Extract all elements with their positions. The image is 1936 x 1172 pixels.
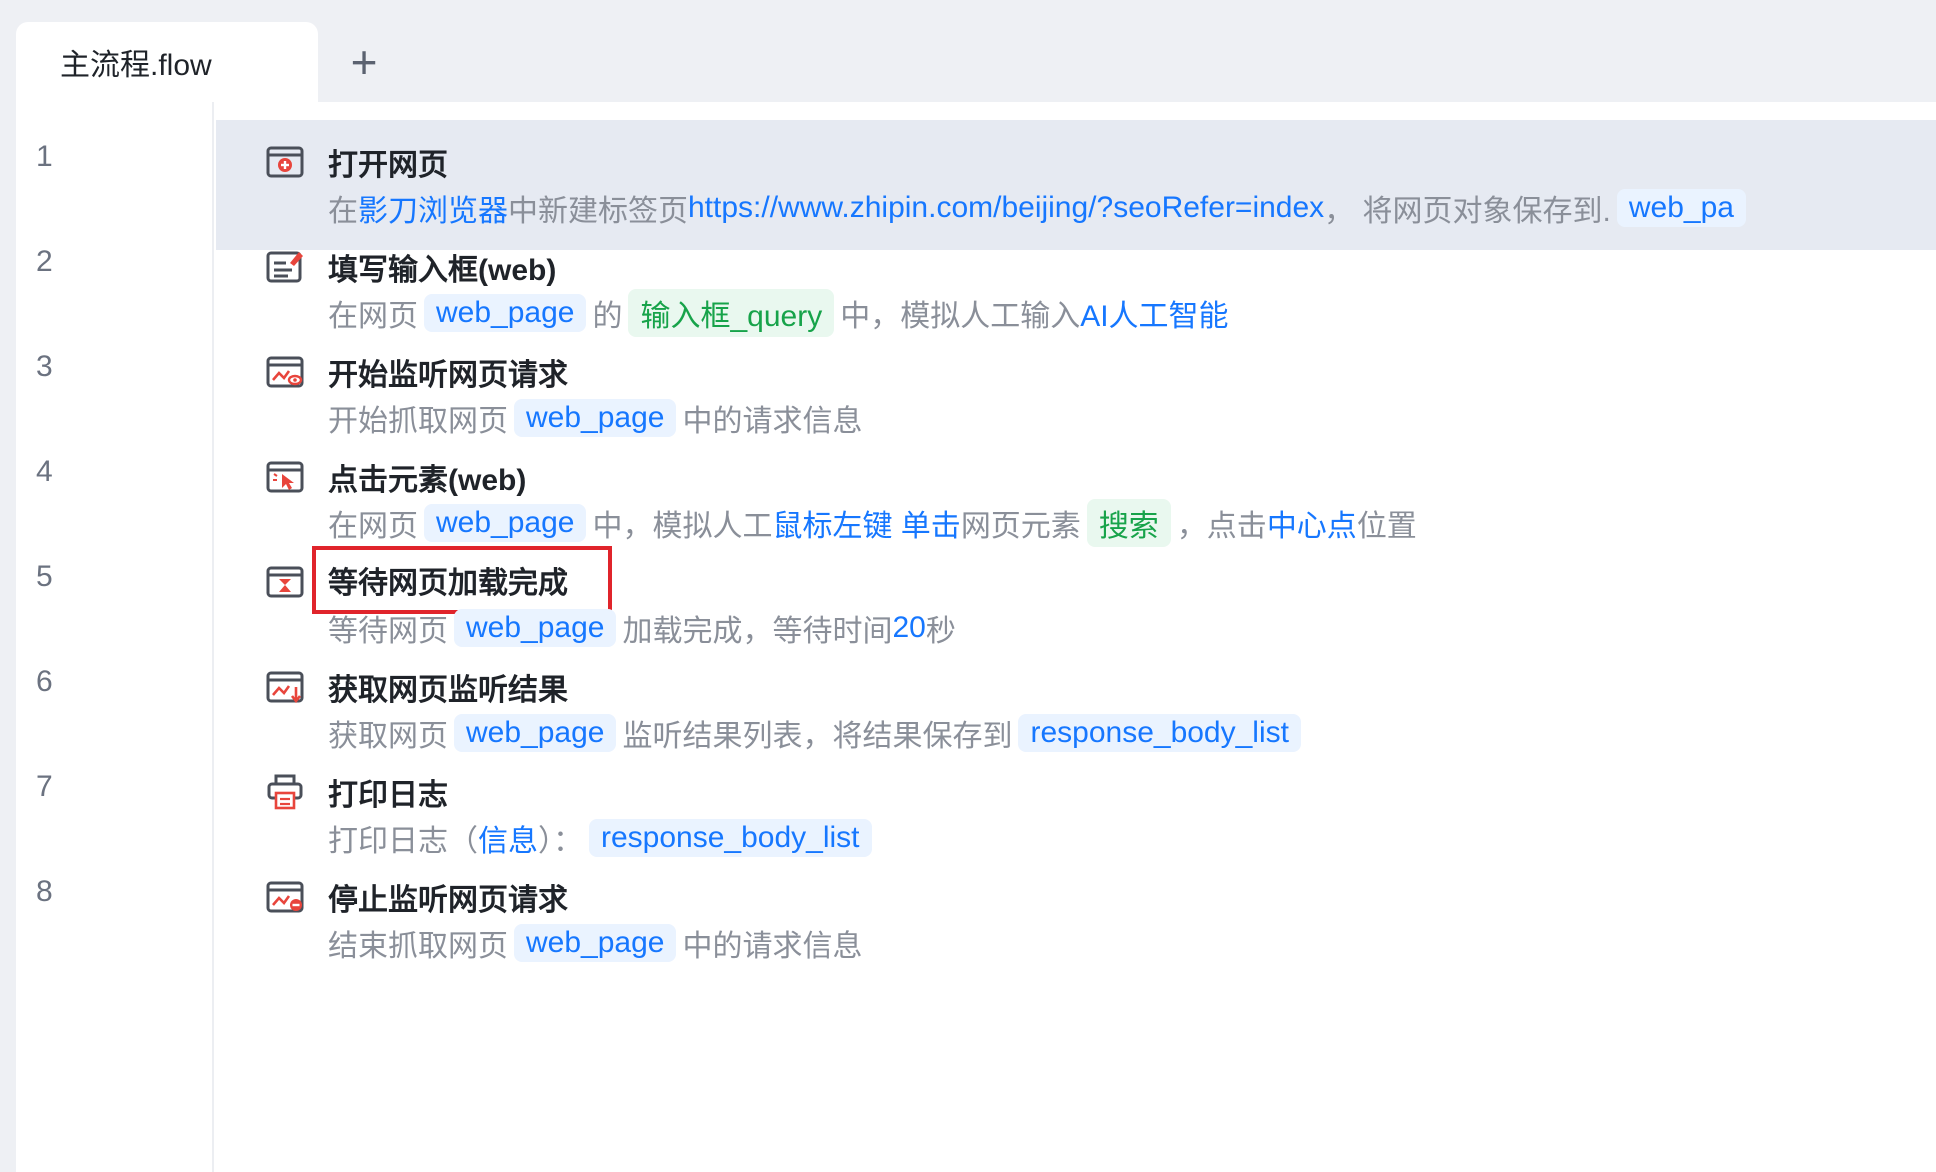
description-text: 中新建标签页 xyxy=(508,195,688,228)
line-number: 8 xyxy=(36,875,53,908)
description-text: 秒 xyxy=(925,615,956,648)
line-number: 1 xyxy=(36,140,53,173)
open-webpage-icon xyxy=(266,144,304,180)
tab-label: 主流程.flow xyxy=(60,49,212,82)
click-element-icon xyxy=(266,459,304,495)
step-stop-listen[interactable]: 停止监听网页请求 结束抓取网页 web_page 中的请求信息 xyxy=(216,855,1936,985)
variable-chip[interactable]: web_page xyxy=(514,924,677,962)
parameter-link[interactable]: 中心点 xyxy=(1267,501,1357,545)
variable-chip[interactable]: web_page xyxy=(454,609,617,647)
line-number: 4 xyxy=(36,455,53,488)
wait-load-icon xyxy=(266,564,304,600)
tab-bar: 主流程.flow + xyxy=(16,0,1936,102)
line-number: 3 xyxy=(36,350,53,383)
description-text: 中，模拟人工输入 xyxy=(840,300,1081,333)
variable-chip[interactable]: web_page xyxy=(514,399,677,437)
variable-chip[interactable]: response_body_list xyxy=(589,819,872,857)
parameter-link[interactable]: 信息 xyxy=(478,816,538,860)
step-title: 停止监听网页请求 xyxy=(328,884,568,917)
plus-icon: + xyxy=(350,36,378,88)
description-text: 打印日志（ xyxy=(328,825,478,858)
description-text: 在网页 xyxy=(328,300,418,333)
step-title: 获取网页监听结果 xyxy=(328,674,568,707)
description-text: 获取网页 xyxy=(328,720,448,753)
stop-listen-icon xyxy=(266,879,304,915)
description-text: 加载完成，等待时间 xyxy=(622,615,893,648)
start-listen-icon xyxy=(266,354,304,390)
parameter-link[interactable]: 影刀浏览器 xyxy=(358,186,508,230)
parameter-link[interactable]: https://www.zhipin.com/beijing/?seoRefer… xyxy=(688,191,1324,225)
description-text: 网页元素 xyxy=(960,510,1081,543)
variable-chip[interactable]: web_pa xyxy=(1616,189,1746,227)
parameter-link[interactable]: 20 xyxy=(892,611,925,645)
description-text: 监听结果列表，将结果保存到 xyxy=(622,720,1013,753)
line-number: 7 xyxy=(36,770,53,803)
description-text: ）： xyxy=(538,825,583,858)
description-text: 位置 xyxy=(1356,510,1417,543)
parameter-link[interactable]: 鼠标左键 单击 xyxy=(772,501,960,545)
step-title: 点击元素(web) xyxy=(328,464,527,497)
step-title: 填写输入框(web) xyxy=(328,254,557,287)
description-text: 的 xyxy=(592,300,623,333)
add-tab-button[interactable]: + xyxy=(334,36,394,88)
description-text: 结束抓取网页 xyxy=(328,930,508,963)
step-title: 打印日志 xyxy=(328,779,448,812)
variable-chip[interactable]: response_body_list xyxy=(1018,714,1301,752)
get-listen-result-icon xyxy=(266,669,304,705)
description-text: 中的请求信息 xyxy=(682,405,863,438)
description-text: ， 将网页对象保存到. xyxy=(1324,195,1611,228)
tab-main-flow[interactable]: 主流程.flow xyxy=(16,22,318,102)
variable-chip[interactable]: web_page xyxy=(424,294,587,332)
description-text: 中，模拟人工 xyxy=(592,510,773,543)
step-title: 打开网页 xyxy=(328,149,448,182)
parameter-link[interactable]: AI人工智能 xyxy=(1080,291,1228,335)
flow-editor: 1 2 3 4 5 6 7 8 打开网页 在 影刀浏览器 中新建标签页 http… xyxy=(16,102,1936,1172)
line-number-gutter: 1 2 3 4 5 6 7 8 xyxy=(16,102,214,1172)
fill-input-icon xyxy=(266,249,304,285)
line-number: 2 xyxy=(36,245,53,278)
description-text: 中的请求信息 xyxy=(682,930,863,963)
step-title: 开始监听网页请求 xyxy=(328,359,568,392)
step-description: 结束抓取网页 web_page 中的请求信息 xyxy=(328,917,1836,969)
description-text: 在网页 xyxy=(328,510,418,543)
line-number: 6 xyxy=(36,665,53,698)
variable-chip[interactable]: web_page xyxy=(454,714,617,752)
description-text: 在 xyxy=(328,195,358,228)
variable-chip[interactable]: web_page xyxy=(424,504,587,542)
line-number: 5 xyxy=(36,560,53,593)
step-title-highlighted: 等待网页加载完成 xyxy=(312,546,612,614)
description-text: 等待网页 xyxy=(328,615,448,648)
description-text: 开始抓取网页 xyxy=(328,405,508,438)
description-text: ，点击 xyxy=(1176,510,1267,543)
print-log-icon xyxy=(266,774,304,810)
